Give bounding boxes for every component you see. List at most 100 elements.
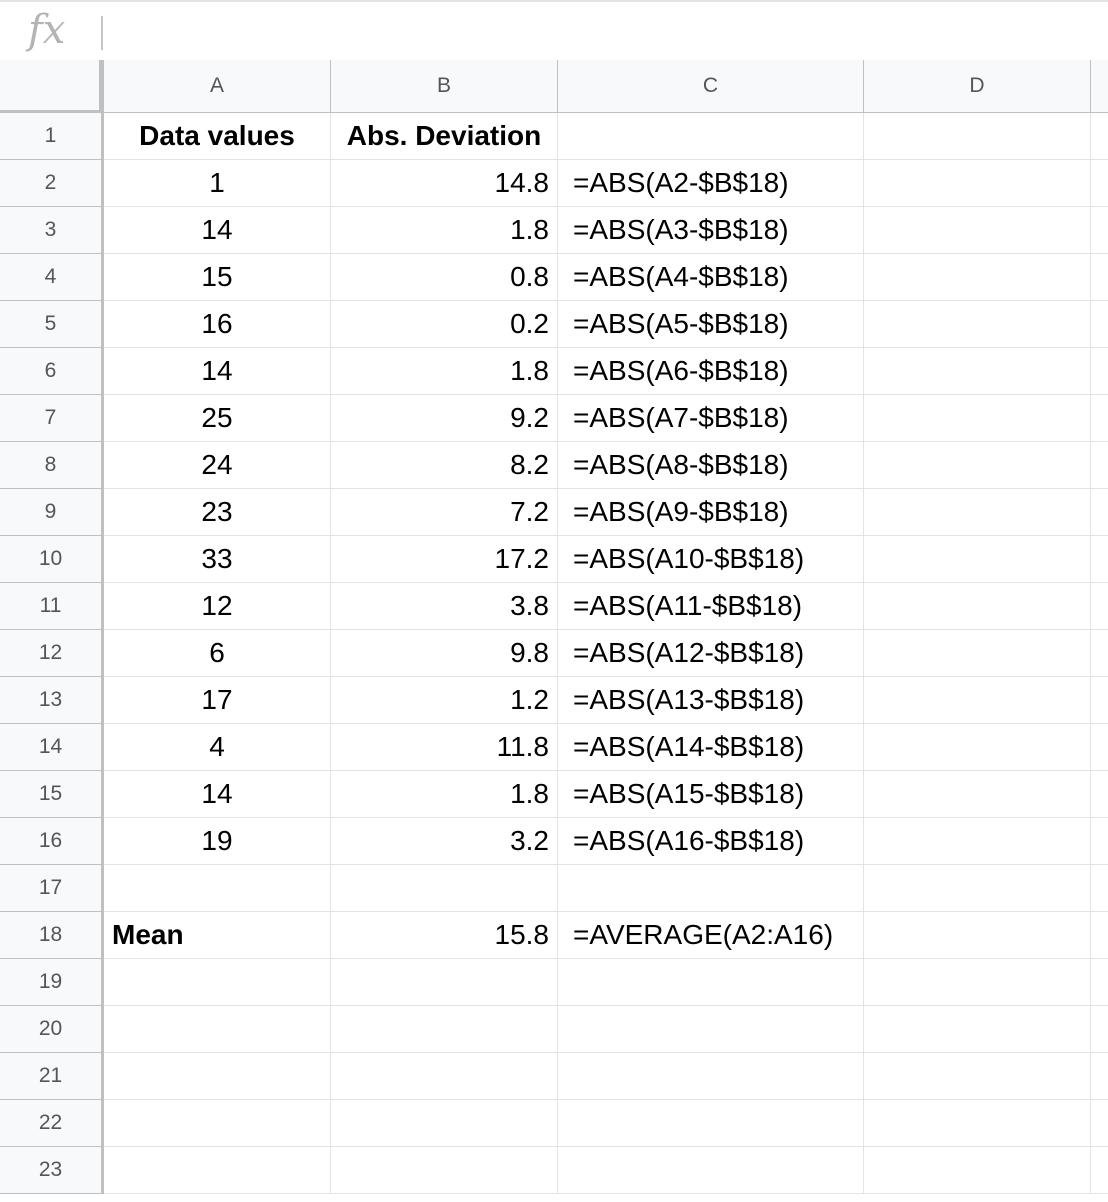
column-header-b[interactable]: B — [331, 60, 558, 113]
cell-d9[interactable] — [864, 489, 1091, 536]
cell-d4[interactable] — [864, 254, 1091, 301]
row-header-19[interactable]: 19 — [0, 959, 104, 1006]
cell-b20[interactable] — [331, 1006, 558, 1053]
cell-a6[interactable]: 14 — [104, 348, 331, 395]
cell-a4[interactable]: 15 — [104, 254, 331, 301]
cell-c17[interactable] — [558, 865, 864, 912]
cell-b16[interactable]: 3.2 — [331, 818, 558, 865]
row-header-4[interactable]: 4 — [0, 254, 104, 301]
cell-a15[interactable]: 14 — [104, 771, 331, 818]
row-header-17[interactable]: 17 — [0, 865, 104, 912]
cell-e21[interactable] — [1091, 1053, 1108, 1100]
cell-d13[interactable] — [864, 677, 1091, 724]
cell-c18[interactable]: =AVERAGE(A2:A16) — [558, 912, 864, 959]
column-header-c[interactable]: C — [558, 60, 864, 113]
cell-e1[interactable] — [1091, 113, 1108, 160]
cell-e18[interactable] — [1091, 912, 1108, 959]
cell-c15[interactable]: =ABS(A15-$B$18) — [558, 771, 864, 818]
row-header-21[interactable]: 21 — [0, 1053, 104, 1100]
cell-a20[interactable] — [104, 1006, 331, 1053]
row-header-23[interactable]: 23 — [0, 1147, 104, 1194]
cell-e4[interactable] — [1091, 254, 1108, 301]
cell-e17[interactable] — [1091, 865, 1108, 912]
cell-d16[interactable] — [864, 818, 1091, 865]
row-header-14[interactable]: 14 — [0, 724, 104, 771]
cell-e23[interactable] — [1091, 1147, 1108, 1194]
row-header-3[interactable]: 3 — [0, 207, 104, 254]
cell-b4[interactable]: 0.8 — [331, 254, 558, 301]
cell-d17[interactable] — [864, 865, 1091, 912]
row-header-12[interactable]: 12 — [0, 630, 104, 677]
cell-b6[interactable]: 1.8 — [331, 348, 558, 395]
cell-b22[interactable] — [331, 1100, 558, 1147]
row-header-20[interactable]: 20 — [0, 1006, 104, 1053]
cell-b8[interactable]: 8.2 — [331, 442, 558, 489]
cell-a23[interactable] — [104, 1147, 331, 1194]
cell-b10[interactable]: 17.2 — [331, 536, 558, 583]
cell-e15[interactable] — [1091, 771, 1108, 818]
cell-c2[interactable]: =ABS(A2-$B$18) — [558, 160, 864, 207]
cell-d1[interactable] — [864, 113, 1091, 160]
cell-c14[interactable]: =ABS(A14-$B$18) — [558, 724, 864, 771]
cell-b9[interactable]: 7.2 — [331, 489, 558, 536]
cell-b7[interactable]: 9.2 — [331, 395, 558, 442]
cell-d21[interactable] — [864, 1053, 1091, 1100]
cell-c7[interactable]: =ABS(A7-$B$18) — [558, 395, 864, 442]
row-header-8[interactable]: 8 — [0, 442, 104, 489]
cell-d23[interactable] — [864, 1147, 1091, 1194]
cell-d5[interactable] — [864, 301, 1091, 348]
cell-b21[interactable] — [331, 1053, 558, 1100]
column-header-a[interactable]: A — [104, 60, 331, 113]
cell-a8[interactable]: 24 — [104, 442, 331, 489]
cell-a18[interactable]: Mean — [104, 912, 331, 959]
row-header-22[interactable]: 22 — [0, 1100, 104, 1147]
cell-c4[interactable]: =ABS(A4-$B$18) — [558, 254, 864, 301]
cell-d3[interactable] — [864, 207, 1091, 254]
cell-b2[interactable]: 14.8 — [331, 160, 558, 207]
cell-a12[interactable]: 6 — [104, 630, 331, 677]
cell-e6[interactable] — [1091, 348, 1108, 395]
cell-c23[interactable] — [558, 1147, 864, 1194]
cell-e5[interactable] — [1091, 301, 1108, 348]
cell-d10[interactable] — [864, 536, 1091, 583]
cell-d14[interactable] — [864, 724, 1091, 771]
row-header-1[interactable]: 1 — [0, 113, 104, 160]
cell-e9[interactable] — [1091, 489, 1108, 536]
cell-b17[interactable] — [331, 865, 558, 912]
cell-a2[interactable]: 1 — [104, 160, 331, 207]
cell-e16[interactable] — [1091, 818, 1108, 865]
row-header-9[interactable]: 9 — [0, 489, 104, 536]
cell-b19[interactable] — [331, 959, 558, 1006]
cell-c12[interactable]: =ABS(A12-$B$18) — [558, 630, 864, 677]
cell-b15[interactable]: 1.8 — [331, 771, 558, 818]
cell-a19[interactable] — [104, 959, 331, 1006]
cell-c22[interactable] — [558, 1100, 864, 1147]
cell-a16[interactable]: 19 — [104, 818, 331, 865]
cell-e22[interactable] — [1091, 1100, 1108, 1147]
column-header-e[interactable] — [1091, 60, 1108, 113]
cell-e14[interactable] — [1091, 724, 1108, 771]
cell-c16[interactable]: =ABS(A16-$B$18) — [558, 818, 864, 865]
cell-c11[interactable]: =ABS(A11-$B$18) — [558, 583, 864, 630]
cell-a3[interactable]: 14 — [104, 207, 331, 254]
cell-a13[interactable]: 17 — [104, 677, 331, 724]
cell-d2[interactable] — [864, 160, 1091, 207]
cell-e20[interactable] — [1091, 1006, 1108, 1053]
cell-d15[interactable] — [864, 771, 1091, 818]
row-header-10[interactable]: 10 — [0, 536, 104, 583]
row-header-6[interactable]: 6 — [0, 348, 104, 395]
cell-a7[interactable]: 25 — [104, 395, 331, 442]
cell-d6[interactable] — [864, 348, 1091, 395]
cell-d7[interactable] — [864, 395, 1091, 442]
cell-e19[interactable] — [1091, 959, 1108, 1006]
cell-b13[interactable]: 1.2 — [331, 677, 558, 724]
cell-c6[interactable]: =ABS(A6-$B$18) — [558, 348, 864, 395]
cell-c19[interactable] — [558, 959, 864, 1006]
row-header-7[interactable]: 7 — [0, 395, 104, 442]
cell-a22[interactable] — [104, 1100, 331, 1147]
cell-d19[interactable] — [864, 959, 1091, 1006]
row-header-13[interactable]: 13 — [0, 677, 104, 724]
cell-a9[interactable]: 23 — [104, 489, 331, 536]
cell-a14[interactable]: 4 — [104, 724, 331, 771]
row-header-16[interactable]: 16 — [0, 818, 104, 865]
